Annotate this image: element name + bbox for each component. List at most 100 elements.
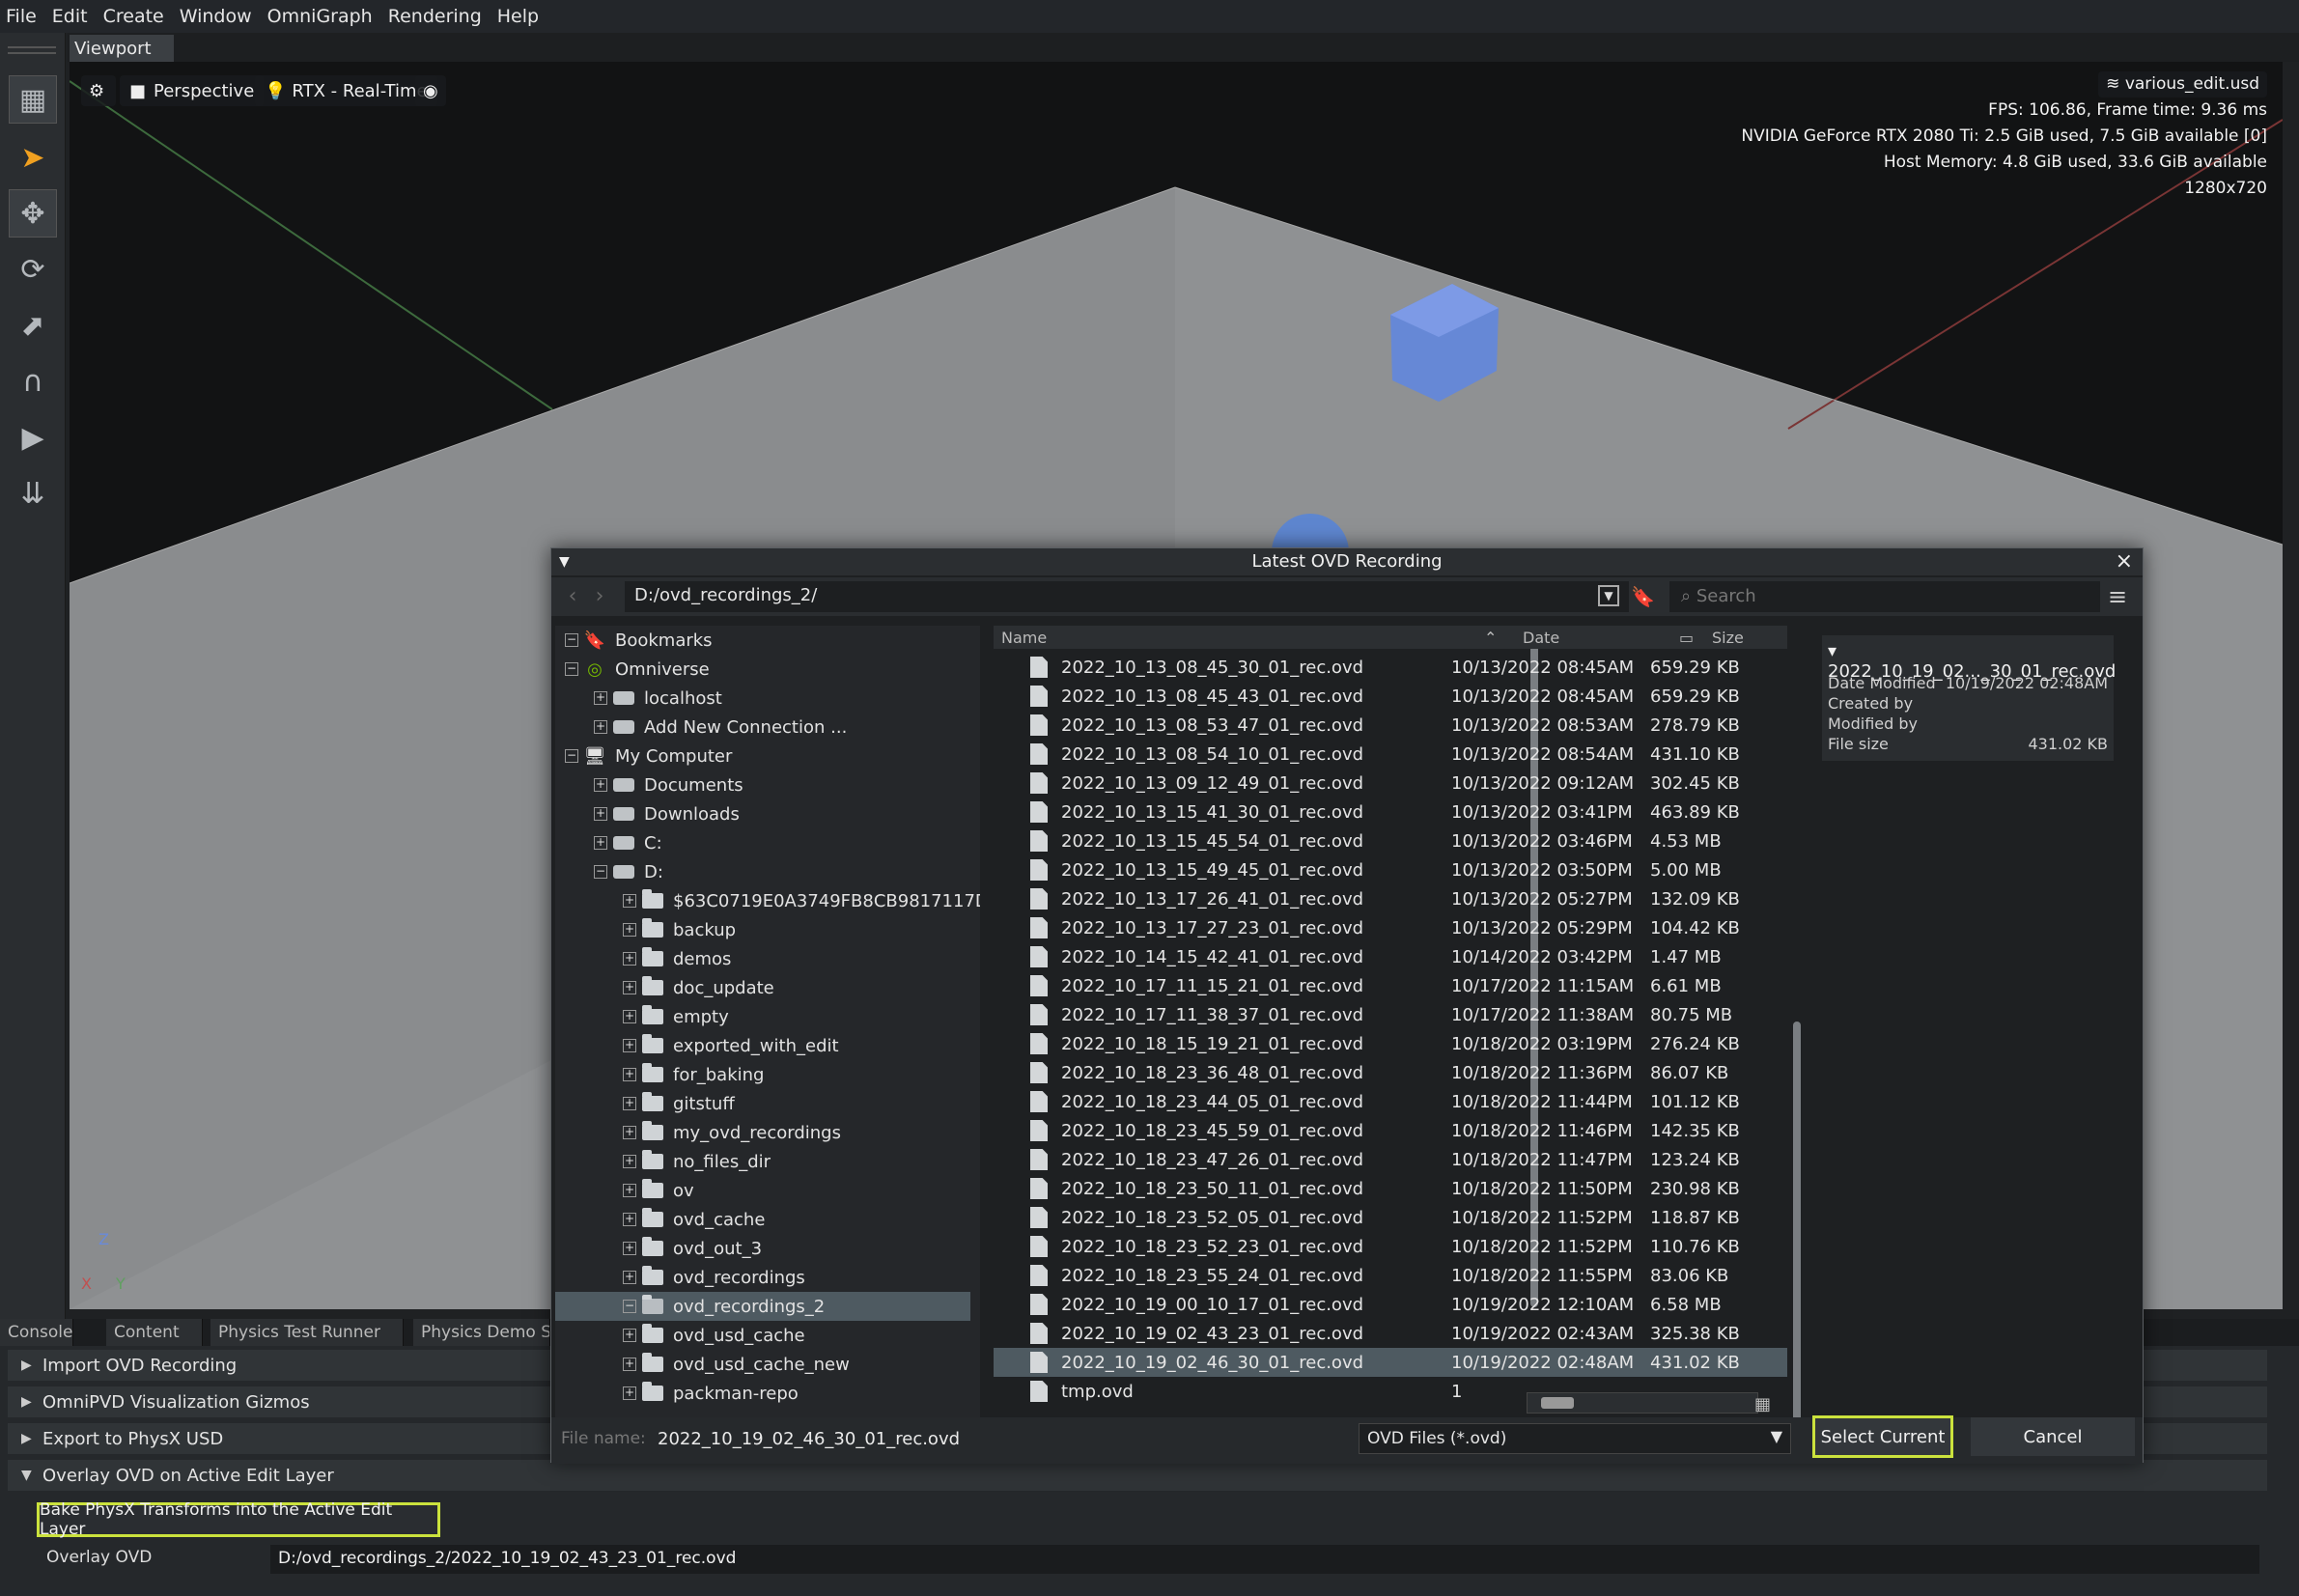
file-row[interactable]: 2022_10_19_02_46_30_01_rec.ovd 10/19/2022… <box>994 1348 1787 1377</box>
path-dropdown-icon[interactable]: ▼ <box>1598 585 1619 606</box>
file-row[interactable]: 2022_10_18_23_36_48_01_rec.ovd 10/18/2022… <box>994 1058 1787 1087</box>
expand-icon[interactable]: + <box>594 836 607 850</box>
file-row[interactable]: 2022_10_14_15_42_41_01_rec.ovd 10/14/2022… <box>994 942 1787 971</box>
tab-physics-test-runner[interactable]: Physics Test Runner <box>210 1319 404 1346</box>
column-name[interactable]: Name <box>1001 629 1047 647</box>
file-row[interactable]: 2022_10_13_08_45_30_01_rec.ovd 10/13/2022… <box>994 653 1787 682</box>
expand-icon[interactable]: + <box>623 923 636 937</box>
dialog-title-bar[interactable]: ▼ Latest OVD Recording × <box>551 548 2143 575</box>
file-row[interactable]: 2022_10_18_23_50_11_01_rec.ovd 10/18/2022… <box>994 1174 1787 1203</box>
collapse-icon[interactable]: − <box>565 662 578 676</box>
select-arrow-icon[interactable]: ➤ <box>9 133 57 182</box>
scale-icon[interactable]: ⬈ <box>9 301 57 350</box>
tree-item[interactable]: + Documents <box>555 770 970 799</box>
expand-icon[interactable]: + <box>623 1039 636 1052</box>
file-row[interactable]: 2022_10_13_15_45_54_01_rec.ovd 10/13/2022… <box>994 826 1787 855</box>
expand-icon[interactable]: + <box>623 1386 636 1400</box>
expand-icon[interactable]: + <box>623 1329 636 1342</box>
file-row[interactable]: 2022_10_17_11_38_37_01_rec.ovd 10/17/2022… <box>994 1000 1787 1029</box>
tree-item[interactable]: + ovd_cache <box>555 1205 970 1234</box>
tab-console[interactable]: Console <box>0 1319 73 1346</box>
file-row[interactable]: 2022_10_13_08_54_10_01_rec.ovd 10/13/2022… <box>994 740 1787 769</box>
tree-item[interactable]: + Add New Connection ... <box>555 713 970 742</box>
file-row[interactable]: 2022_10_13_15_41_30_01_rec.ovd 10/13/2022… <box>994 798 1787 826</box>
file-row[interactable]: 2022_10_13_17_26_41_01_rec.ovd 10/13/2022… <box>994 884 1787 913</box>
menu-item-window[interactable]: Window <box>180 6 252 27</box>
menu-item-create[interactable]: Create <box>103 6 164 27</box>
tree-item[interactable]: + demos <box>555 944 970 973</box>
expand-icon[interactable]: + <box>623 894 636 908</box>
overlay-ovd-field[interactable]: D:/ovd_recordings_2/2022_10_19_02_43_23_… <box>270 1545 2259 1574</box>
menu-item-help[interactable]: Help <box>497 6 539 27</box>
file-name-input[interactable]: 2022_10_19_02_46_30_01_rec.ovd <box>658 1429 960 1449</box>
expand-icon[interactable]: + <box>623 952 636 966</box>
visibility-eye-icon[interactable]: ◉ <box>415 75 446 106</box>
physics-tool-icon[interactable]: ⇊ <box>9 469 57 518</box>
file-list-scrollbar[interactable] <box>1793 1022 1801 1427</box>
tree-item[interactable]: + my_ovd_recordings <box>555 1118 970 1147</box>
tree-item[interactable]: + ov <box>555 1176 970 1205</box>
file-row[interactable]: 2022_10_19_00_10_17_01_rec.ovd 10/19/2022… <box>994 1290 1787 1319</box>
column-size[interactable]: Size <box>1712 629 1744 647</box>
expand-icon[interactable]: + <box>594 778 607 792</box>
tree-item[interactable]: + doc_update <box>555 973 970 1002</box>
move-icon[interactable]: ✥ <box>9 189 57 238</box>
expand-icon[interactable]: + <box>623 1068 636 1081</box>
tree-item[interactable]: + for_baking <box>555 1060 970 1089</box>
viewport-settings-icon[interactable]: ⚙ <box>81 75 116 106</box>
options-menu-icon[interactable]: ≡ <box>2108 583 2135 610</box>
tree-item[interactable]: + exported_with_edit <box>555 1031 970 1060</box>
tree-item[interactable]: + localhost <box>555 684 970 713</box>
tree-item[interactable]: + ovd_usd_cache_new <box>555 1350 970 1379</box>
play-icon[interactable]: ▶ <box>9 413 57 462</box>
expand-icon[interactable]: + <box>623 1358 636 1371</box>
collapse-icon[interactable]: − <box>623 1300 636 1313</box>
bake-physx-button[interactable]: Bake PhysX Transforms into the Active Ed… <box>37 1500 440 1539</box>
tree-item[interactable]: − D: <box>555 857 970 886</box>
menu-item-rendering[interactable]: Rendering <box>388 6 482 27</box>
tree-item[interactable]: + no_files_dir <box>555 1147 970 1176</box>
forward-icon[interactable]: › <box>588 577 611 616</box>
tree-item[interactable]: + ovd_usd_cache <box>555 1321 970 1350</box>
cancel-button[interactable]: Cancel <box>1971 1417 2135 1456</box>
bookmark-icon[interactable]: 🔖 <box>1631 585 1655 610</box>
file-row[interactable]: 2022_10_18_23_45_59_01_rec.ovd 10/18/2022… <box>994 1116 1787 1145</box>
close-icon[interactable]: × <box>2116 548 2133 575</box>
tab-content[interactable]: Content <box>106 1319 203 1346</box>
file-row[interactable]: 2022_10_17_11_15_21_01_rec.ovd 10/17/2022… <box>994 971 1787 1000</box>
file-type-filter[interactable]: OVD Files (*.ovd) ▼ <box>1359 1423 1791 1454</box>
overlay-ovd-section[interactable]: ▼ Overlay OVD on Active Edit Layer <box>8 1460 2267 1491</box>
expand-icon[interactable]: + <box>623 981 636 994</box>
zoom-slider-thumb[interactable] <box>1541 1397 1574 1409</box>
expand-icon[interactable]: + <box>623 1271 636 1284</box>
tab-viewport[interactable]: Viewport <box>70 35 174 62</box>
collapse-icon[interactable]: − <box>594 865 607 879</box>
tree-item[interactable]: + backup <box>555 915 970 944</box>
expand-icon[interactable]: + <box>623 1184 636 1197</box>
expand-icon[interactable]: + <box>623 1213 636 1226</box>
tree-item[interactable]: + ovd_recordings <box>555 1263 970 1292</box>
file-row[interactable]: 2022_10_13_17_27_23_01_rec.ovd 10/13/2022… <box>994 913 1787 942</box>
rotate-icon[interactable]: ⟳ <box>9 245 57 294</box>
tree-item[interactable]: + $63C0719E0A3749FB8CB9817117D2 <box>555 886 980 915</box>
expand-icon[interactable]: + <box>623 1242 636 1255</box>
back-icon[interactable]: ‹ <box>561 577 584 616</box>
collapse-icon[interactable]: − <box>565 633 578 647</box>
file-row[interactable]: 2022_10_18_23_52_23_01_rec.ovd 10/18/2022… <box>994 1232 1787 1261</box>
tab-physics-demo[interactable]: Physics Demo S <box>413 1319 550 1346</box>
expand-icon[interactable]: + <box>594 720 607 734</box>
tree-item[interactable]: − ovd_recordings_2 <box>555 1292 970 1321</box>
file-row[interactable]: 2022_10_18_15_19_21_01_rec.ovd 10/18/2022… <box>994 1029 1787 1058</box>
expand-icon[interactable]: + <box>623 1126 636 1139</box>
collapse-icon[interactable]: − <box>565 749 578 763</box>
file-row[interactable]: 2022_10_18_23_55_24_01_rec.ovd 10/18/2022… <box>994 1261 1787 1290</box>
file-row[interactable]: 2022_10_13_08_45_43_01_rec.ovd 10/13/2022… <box>994 682 1787 711</box>
zoom-slider[interactable] <box>1527 1392 1758 1414</box>
expand-icon[interactable]: + <box>623 1097 636 1110</box>
file-row[interactable]: 2022_10_13_09_12_49_01_rec.ovd 10/13/2022… <box>994 769 1787 798</box>
menu-item-file[interactable]: File <box>6 6 37 27</box>
sort-ascending-icon[interactable]: ⌃ <box>1484 629 1497 647</box>
menu-item-omnigraph[interactable]: OmniGraph <box>267 6 373 27</box>
path-field[interactable]: D:/ovd_recordings_2/ <box>625 581 1629 612</box>
file-row[interactable]: 2022_10_13_08_53_47_01_rec.ovd 10/13/2022… <box>994 711 1787 740</box>
